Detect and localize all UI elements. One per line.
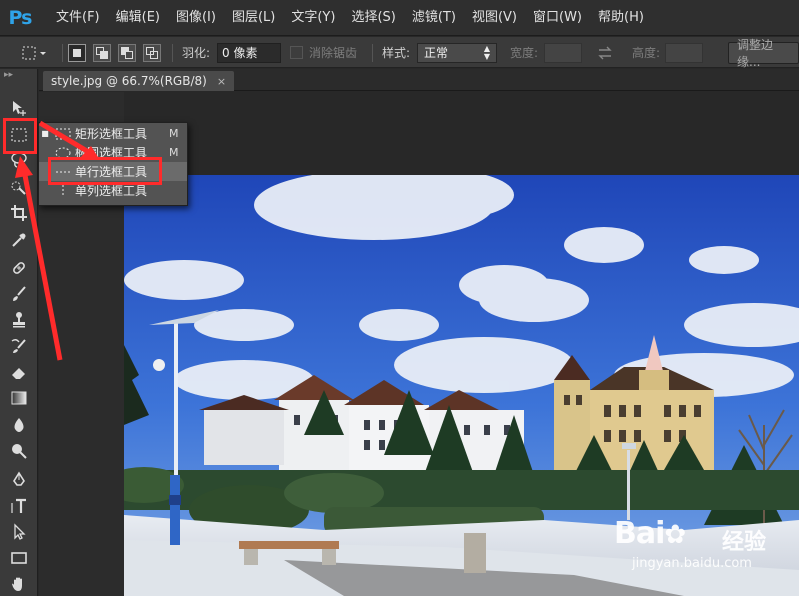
blur-tool-icon[interactable]	[7, 414, 31, 436]
marquee-preset-icon	[22, 46, 46, 59]
divider	[62, 44, 63, 62]
flyout-item-rect-marquee[interactable]: ■ 矩形选框工具 M	[39, 124, 187, 143]
menu-layer[interactable]: 图层(L)	[224, 0, 283, 36]
flyout-item-shortcut: M	[169, 127, 179, 140]
selected-bullet-icon: ■	[41, 129, 49, 138]
quick-selection-tool-icon[interactable]	[7, 176, 31, 198]
single-column-marquee-icon	[51, 184, 75, 197]
new-selection-button[interactable]	[68, 37, 86, 68]
antialias-checkbox[interactable]: 消除锯齿	[290, 37, 357, 68]
toolbox-grip[interactable]: ▸▸	[0, 69, 37, 81]
style-select[interactable]: 正常 ▲ ▼	[417, 42, 497, 63]
flyout-item-label: 矩形选框工具	[75, 127, 148, 141]
main-menu: 文件(F) 编辑(E) 图像(I) 图层(L) 文字(Y) 选择(S) 滤镜(T…	[48, 0, 652, 36]
intersect-selection-button[interactable]	[143, 37, 161, 68]
menu-file[interactable]: 文件(F)	[48, 0, 108, 36]
annotation-box-single-row-item	[48, 157, 162, 185]
rect-marquee-icon	[51, 128, 75, 140]
refine-edge-button[interactable]: 调整边缘...	[728, 38, 799, 69]
baidu-watermark: Bai✿ 经验 jingyan.baidu.com	[614, 510, 794, 574]
gradient-tool-icon[interactable]	[7, 387, 31, 409]
flyout-item-shortcut: M	[169, 146, 179, 159]
document-tab-title: style.jpg @ 66.7%(RGB/8)	[51, 74, 207, 88]
rectangle-tool-icon[interactable]	[7, 547, 31, 569]
subtract-from-selection-button[interactable]	[118, 37, 136, 68]
document-tab-strip: style.jpg @ 66.7%(RGB/8) ×	[39, 69, 799, 91]
document-tab[interactable]: style.jpg @ 66.7%(RGB/8) ×	[43, 71, 235, 91]
tool-preset-picker[interactable]	[20, 37, 48, 68]
options-bar: 羽化: 0 像素 消除锯齿 样式: 正常 ▲ ▼ 宽度: 高度: 调整边缘...	[0, 37, 799, 69]
paw-icon: ✿	[664, 520, 686, 550]
photoshop-logo: Ps	[8, 6, 33, 29]
spot-healing-brush-icon[interactable]	[7, 257, 31, 279]
height-input[interactable]	[665, 42, 703, 63]
divider	[172, 44, 173, 62]
dodge-tool-icon[interactable]	[7, 440, 31, 462]
menu-view[interactable]: 视图(V)	[464, 0, 525, 36]
menu-window[interactable]: 窗口(W)	[525, 0, 590, 36]
eraser-tool-icon[interactable]	[7, 361, 31, 383]
width-input[interactable]	[544, 42, 582, 63]
history-brush-tool-icon[interactable]	[7, 335, 31, 357]
close-tab-icon[interactable]: ×	[217, 75, 226, 88]
watermark-url: jingyan.baidu.com	[632, 556, 752, 571]
menu-type[interactable]: 文字(Y)	[283, 0, 343, 36]
annotation-box-marquee-tool	[3, 118, 37, 154]
clone-stamp-tool-icon[interactable]	[7, 309, 31, 331]
add-to-selection-button[interactable]	[93, 37, 111, 68]
eyedropper-tool-icon[interactable]	[7, 229, 31, 251]
type-tool-icon[interactable]	[7, 495, 31, 517]
updown-arrow-icon: ▲ ▼	[483, 43, 490, 61]
divider	[372, 44, 373, 62]
style-label: 样式:	[382, 46, 411, 60]
antialias-label: 消除锯齿	[309, 46, 358, 60]
menu-image[interactable]: 图像(I)	[168, 0, 224, 36]
menu-edit[interactable]: 编辑(E)	[108, 0, 168, 36]
crop-tool-icon[interactable]	[7, 202, 31, 224]
antialias-check[interactable]	[290, 46, 303, 59]
baidu-logo: Bai✿	[614, 516, 686, 551]
brush-tool-icon[interactable]	[7, 283, 31, 305]
path-selection-tool-icon[interactable]	[7, 521, 31, 543]
pen-tool-icon[interactable]	[7, 469, 31, 491]
feather-label: 羽化:	[182, 46, 211, 60]
watermark-jingyan: 经验	[722, 530, 767, 555]
feather-input[interactable]: 0 像素	[217, 42, 281, 63]
style-value: 正常	[424, 46, 449, 60]
menu-filter[interactable]: 滤镜(T)	[404, 0, 464, 36]
hand-tool-icon[interactable]	[7, 573, 31, 595]
width-label: 宽度:	[510, 46, 539, 60]
swap-dimensions-icon[interactable]	[597, 37, 613, 68]
move-tool-icon[interactable]	[7, 97, 31, 119]
menu-select[interactable]: 选择(S)	[343, 0, 403, 36]
menu-bar: Ps 文件(F) 编辑(E) 图像(I) 图层(L) 文字(Y) 选择(S) 滤…	[0, 0, 799, 36]
menu-help[interactable]: 帮助(H)	[590, 0, 652, 36]
height-label: 高度:	[632, 46, 661, 60]
